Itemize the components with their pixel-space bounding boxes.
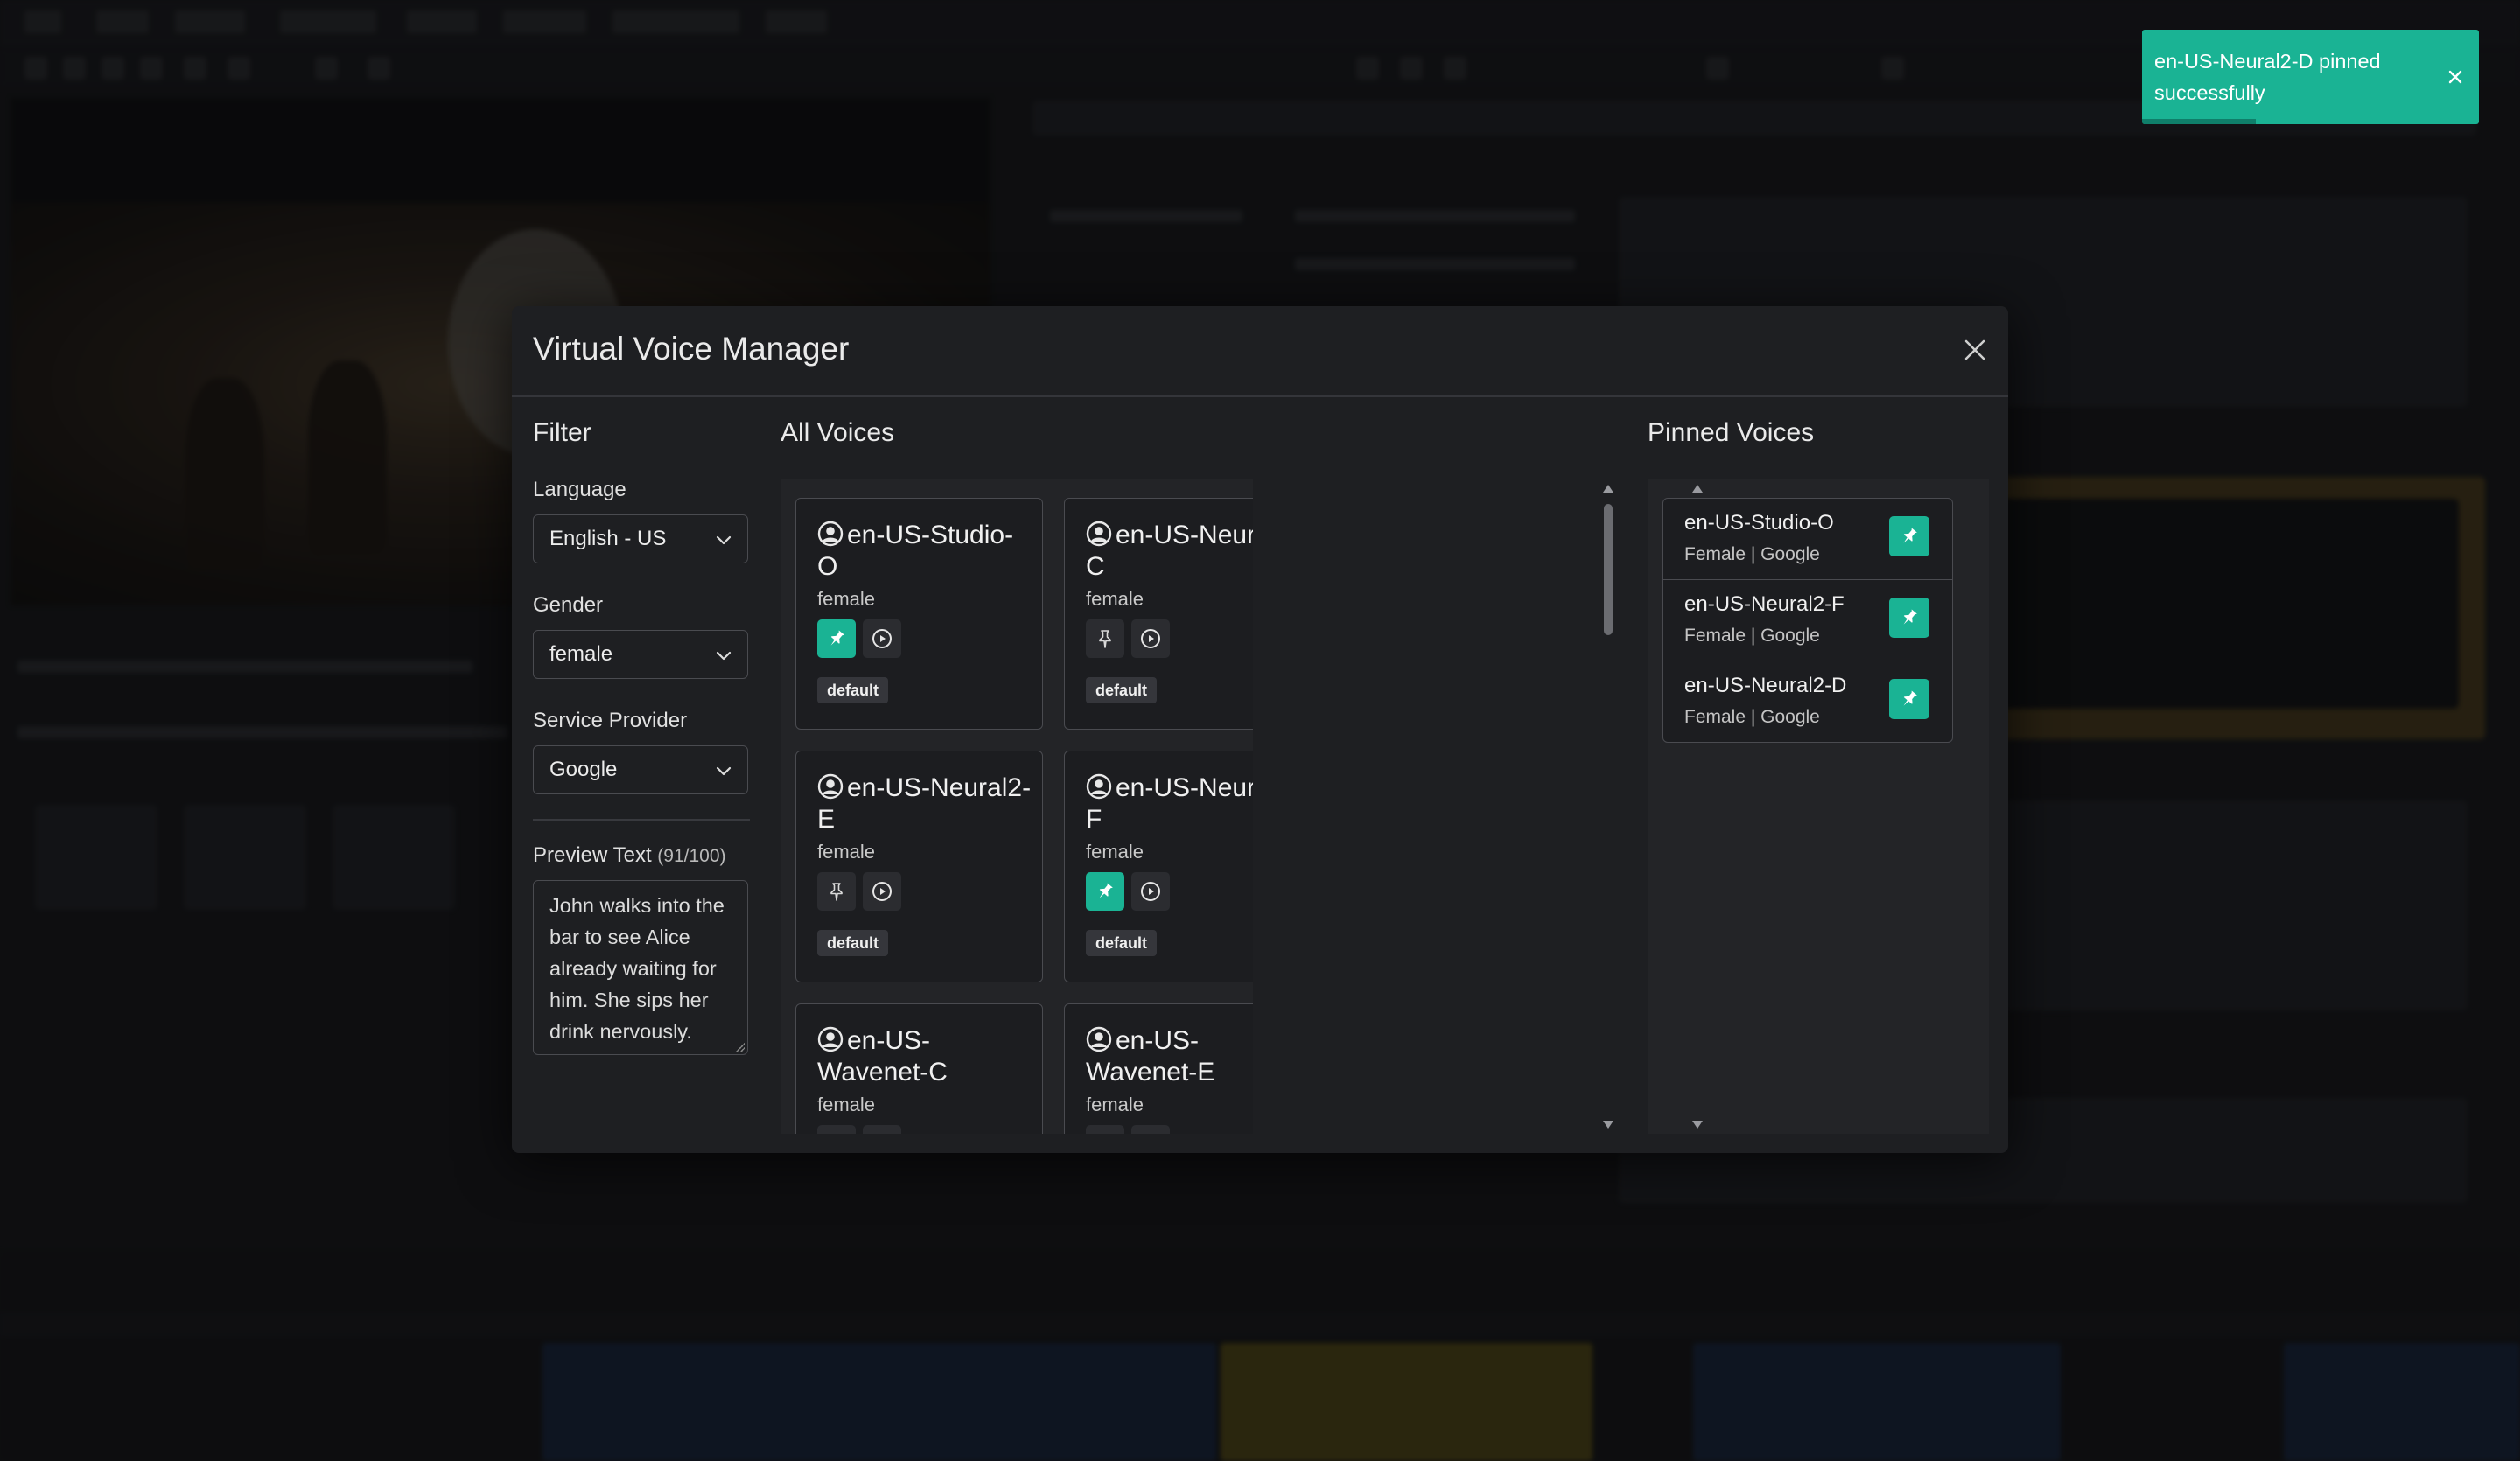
play-preview-button[interactable]	[1131, 872, 1170, 911]
default-badge: default	[1086, 677, 1158, 703]
voice-gender: female	[817, 588, 876, 610]
user-circle-icon	[817, 521, 844, 547]
service-provider-select[interactable]: Google	[533, 745, 748, 794]
filter-panel: Filter Language English - US Gender fema…	[533, 418, 750, 1055]
preview-text-count: (91/100)	[657, 846, 726, 866]
pin-voice-button[interactable]	[1086, 619, 1124, 658]
preview-text-label-text: Preview Text	[533, 843, 652, 867]
unpin-voice-button[interactable]	[1889, 598, 1929, 638]
pin-voice-button[interactable]	[817, 619, 856, 658]
voice-card[interactable]: en-US-Wavenet-E female default	[1064, 1003, 1253, 1134]
preview-text-value: John walks into the bar to see Alice alr…	[550, 894, 724, 1043]
filter-divider	[533, 819, 750, 821]
chevron-down-icon	[716, 535, 732, 545]
scroll-down-arrow-icon[interactable]	[1691, 1120, 1704, 1130]
scroll-up-arrow-icon[interactable]	[1602, 483, 1614, 493]
default-badge: default	[817, 930, 889, 956]
pin-icon	[1099, 883, 1113, 898]
play-circle-icon	[1141, 629, 1160, 648]
pinned-voices-heading: Pinned Voices	[1648, 418, 1815, 447]
user-circle-icon	[817, 773, 844, 800]
unpin-voice-button[interactable]	[1889, 516, 1929, 556]
language-label: Language	[533, 478, 626, 501]
chevron-down-icon	[716, 651, 732, 661]
pin-voice-button[interactable]	[1086, 872, 1124, 911]
language-select[interactable]: English - US	[533, 514, 748, 563]
pin-icon	[1903, 609, 1917, 625]
close-dialog-button[interactable]	[1957, 332, 1992, 367]
play-circle-icon	[872, 882, 892, 901]
default-badge: default	[1086, 930, 1158, 956]
unpin-voice-button[interactable]	[1889, 679, 1929, 719]
voice-gender: female	[1086, 1094, 1144, 1115]
play-preview-button[interactable]	[863, 872, 901, 911]
scroll-down-arrow-icon[interactable]	[1602, 1120, 1614, 1130]
voice-card[interactable]: en-US-Neural2-F female default	[1064, 751, 1253, 982]
chevron-down-icon	[716, 766, 732, 776]
play-circle-icon	[872, 629, 892, 648]
service-provider-label: Service Provider	[533, 709, 688, 732]
pinned-voices-scrollbar[interactable]	[1688, 479, 1707, 1134]
play-preview-button[interactable]	[1131, 1125, 1170, 1134]
voice-card[interactable]: en-US-Neural2-E female default	[795, 751, 1043, 982]
voice-name: en-US-Studio-O	[817, 521, 1014, 581]
pin-icon	[830, 883, 843, 901]
play-preview-button[interactable]	[863, 619, 901, 658]
play-preview-button[interactable]	[863, 1125, 901, 1134]
user-circle-icon	[1086, 521, 1112, 547]
toast-close-button[interactable]	[2443, 65, 2468, 89]
pin-voice-button[interactable]	[817, 872, 856, 911]
toast-progress-bar	[2142, 119, 2256, 124]
preview-text-input[interactable]: John walks into the bar to see Alice alr…	[533, 880, 748, 1055]
success-toast: en-US-Neural2-D pinned successfully	[2142, 30, 2479, 124]
scroll-up-arrow-icon[interactable]	[1691, 483, 1704, 493]
default-badge: default	[817, 677, 889, 703]
all-voices-scrollbar[interactable]	[1599, 479, 1618, 1134]
scrollbar-thumb[interactable]	[1604, 504, 1613, 635]
close-icon	[1964, 339, 1985, 360]
close-icon	[2448, 70, 2462, 84]
virtual-voice-manager-dialog: Virtual Voice Manager Filter Language En…	[512, 306, 2008, 1153]
language-select-value: English - US	[550, 527, 667, 550]
voice-gender: female	[817, 841, 876, 863]
pin-icon	[830, 630, 844, 646]
voice-card[interactable]: en-US-Neural2-C female default	[1064, 498, 1253, 730]
toast-message: en-US-Neural2-D pinned successfully	[2154, 50, 2381, 104]
service-provider-select-value: Google	[550, 758, 618, 781]
pin-icon	[1903, 528, 1917, 543]
voice-gender: female	[1086, 588, 1144, 610]
user-circle-icon	[1086, 1026, 1112, 1052]
pin-icon	[1099, 630, 1111, 648]
pinned-voice-name: en-US-Neural2-D	[1684, 674, 1847, 697]
dialog-title: Virtual Voice Manager	[533, 331, 850, 367]
pin-icon	[1903, 690, 1917, 706]
gender-select-value: female	[550, 642, 613, 666]
user-circle-icon	[1086, 773, 1112, 800]
voice-gender: female	[817, 1094, 876, 1115]
voice-card[interactable]: en-US-Studio-O female default	[795, 498, 1043, 730]
preview-text-label: Preview Text (91/100)	[533, 843, 750, 868]
all-voices-list[interactable]: en-US-Studio-O female default en-US-Neur…	[780, 479, 1253, 1134]
all-voices-heading: All Voices	[780, 418, 895, 447]
dialog-header: Virtual Voice Manager	[512, 306, 2008, 397]
voice-gender: female	[1086, 841, 1144, 863]
resize-grip-icon[interactable]	[736, 1043, 745, 1052]
gender-select[interactable]: female	[533, 630, 748, 679]
voice-name: en-US-Neural2-E	[817, 773, 1032, 834]
pin-voice-button[interactable]	[817, 1125, 856, 1134]
voice-card[interactable]: en-US-Wavenet-C female default	[795, 1003, 1043, 1134]
filter-heading: Filter	[533, 418, 592, 447]
voice-grid: en-US-Studio-O female default en-US-Neur…	[795, 498, 1253, 1134]
play-circle-icon	[1141, 882, 1160, 901]
play-preview-button[interactable]	[1131, 619, 1170, 658]
user-circle-icon	[817, 1026, 844, 1052]
pinned-voice-name: en-US-Neural2-F	[1684, 592, 1844, 616]
pin-voice-button[interactable]	[1086, 1125, 1124, 1134]
gender-label: Gender	[533, 593, 604, 617]
